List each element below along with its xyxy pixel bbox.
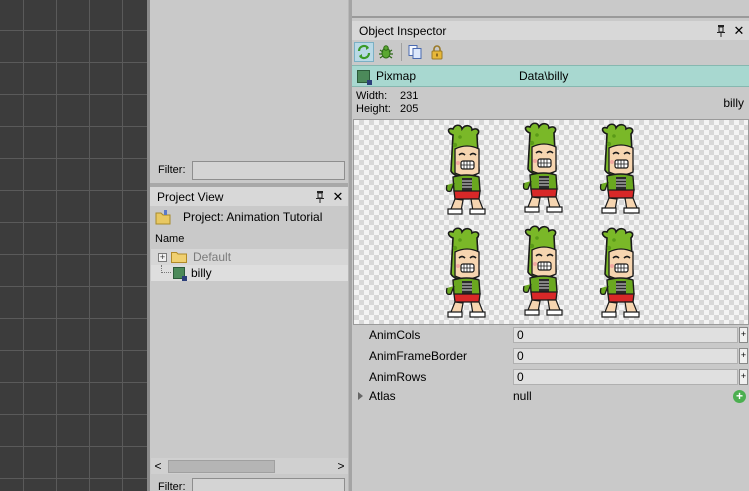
inspector-title: Object Inspector [359,23,447,38]
width-line: Width: 231 [356,90,418,102]
scroll-left-icon[interactable]: < [151,459,165,473]
height-value: 205 [400,103,419,115]
object-inspector: Object Inspector ✕ Pixmap Data\billy Wid… [352,0,749,491]
tree-item-label: billy [191,266,212,280]
project-view-header: Project View ✕ [150,187,348,206]
tree-item-label: Default [193,250,232,264]
sprite-sheet-image [445,122,640,318]
filter-label: Filter: [158,481,186,491]
copy-icon[interactable] [405,42,425,62]
pixmap-preview [353,119,749,325]
property-label: Atlas [369,389,396,403]
scene-viewport[interactable] [0,0,147,491]
middle-column: Filter: Project View ✕ Project: Animatio… [150,0,348,491]
filter-row-bottom: Filter: [158,477,345,491]
lock-icon[interactable] [427,42,447,62]
property-label: AnimFrameBorder [369,349,468,363]
inspector-toolbar [352,40,749,63]
inspector-top-strip [352,0,749,18]
close-icon[interactable]: ✕ [331,189,345,204]
resource-name: billy [723,96,744,110]
property-animrows: AnimRows 0 + [352,367,749,387]
resource-row[interactable]: Pixmap Data\billy [352,65,749,87]
tree-item-default[interactable]: + Default [151,249,348,265]
animframeborder-field[interactable]: 0 [513,348,738,364]
filter-row-top: Filter: [158,160,345,180]
pin-icon[interactable] [313,190,327,204]
pixmap-icon [173,267,187,281]
property-label: AnimCols [369,328,421,342]
spin-up-icon[interactable]: + [739,369,748,385]
project-line: Project: Animation Tutorial [155,207,347,227]
animcols-field[interactable]: 0 [513,327,738,343]
project-label: Project: Animation Tutorial [183,210,323,224]
pin-icon[interactable] [714,24,728,38]
inspector-header: Object Inspector ✕ [352,21,749,40]
property-atlas[interactable]: Atlas null + [352,386,749,406]
filter-input-bottom[interactable] [192,477,345,491]
add-icon[interactable]: + [733,390,746,403]
scroll-track[interactable] [165,459,334,473]
project-view-title: Project View [157,189,224,204]
filter-label: Filter: [158,164,186,176]
pixmap-dimensions: Width: 231 Height: 205 billy [352,89,749,119]
refresh-icon[interactable] [354,41,374,62]
project-folder-icon [155,210,171,225]
close-icon[interactable]: ✕ [732,23,746,38]
resource-path: Data\billy [519,69,569,83]
property-label: AnimRows [369,370,427,384]
scroll-right-icon[interactable]: > [334,459,348,473]
resource-type: Pixmap [376,69,417,83]
filter-input-top[interactable] [192,160,345,180]
name-column-header[interactable]: Name [155,233,184,245]
tree-item-billy[interactable]: billy [151,265,348,281]
horizontal-scrollbar[interactable]: < > [151,458,348,474]
animrows-field[interactable]: 0 [513,369,738,385]
spin-up-icon[interactable]: + [739,348,748,364]
scroll-thumb[interactable] [168,459,275,473]
toolbar-separator [401,42,402,61]
bug-icon[interactable] [376,42,396,62]
property-animframeborder: AnimFrameBorder 0 + [352,346,749,366]
property-animcols: AnimCols 0 + [352,325,749,345]
atlas-value: null [513,389,532,403]
folder-icon [171,252,187,263]
height-line: Height: 205 [356,103,418,115]
tree-connector [161,265,171,273]
expand-arrow-icon[interactable] [358,392,363,400]
width-value: 231 [400,90,419,102]
height-label: Height: [356,103,391,115]
spin-up-icon[interactable]: + [739,327,748,343]
width-label: Width: [356,90,388,102]
expand-icon[interactable]: + [158,252,167,262]
pixmap-icon [357,69,372,85]
